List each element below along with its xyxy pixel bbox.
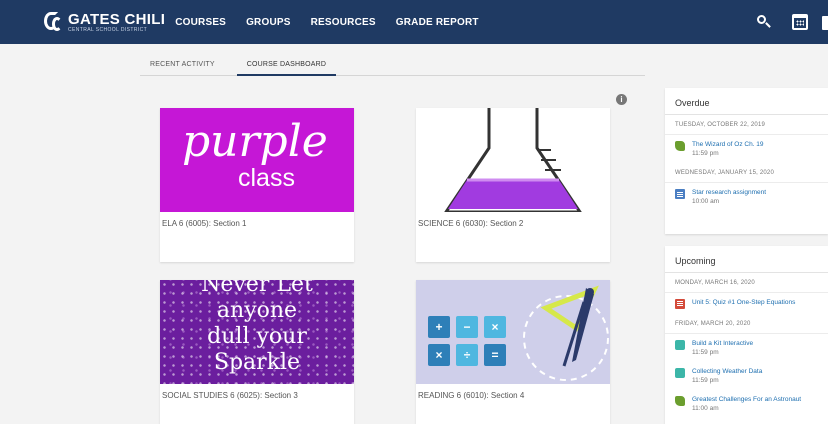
overdue-item[interactable]: Star research assignment 10:00 am xyxy=(665,183,828,211)
course-image-math: + − × × ÷ = xyxy=(416,280,610,384)
course-card-social-studies[interactable]: Never Let anyone dull your Sparkle SOCIA… xyxy=(160,280,354,424)
upcoming-item[interactable]: Build a Kit Interactive 11:59 pm xyxy=(665,334,828,362)
tab-recent-activity[interactable]: RECENT ACTIVITY xyxy=(140,54,225,76)
search-icon[interactable] xyxy=(756,14,772,30)
overdue-item[interactable]: The Wizard of Oz Ch. 19 11:59 pm xyxy=(665,135,828,163)
overdue-heading: Overdue xyxy=(665,88,828,115)
times-key-2: × xyxy=(428,344,450,366)
upcoming-item[interactable]: Collecting Weather Data 11:59 pm xyxy=(665,362,828,390)
calendar-icon[interactable] xyxy=(792,14,808,30)
upcoming-date: MONDAY, MARCH 16, 2020 xyxy=(665,273,828,293)
class-word: class xyxy=(238,164,295,192)
pencil-icon xyxy=(675,396,685,406)
course-card-reading[interactable]: + − × × ÷ = READING 6 (6010): Section 4 xyxy=(416,280,610,424)
sparkle-line-4: Sparkle xyxy=(213,350,301,375)
pencil-icon xyxy=(675,141,685,151)
logo-subtitle: CENTRAL SCHOOL DISTRICT xyxy=(68,26,148,33)
nav-groups[interactable]: GROUPS xyxy=(246,17,291,28)
top-navigation-bar: GATES CHILI CENTRAL SCHOOL DISTRICT COUR… xyxy=(0,0,828,44)
info-icon[interactable]: i xyxy=(616,94,627,105)
nav-resources[interactable]: RESOURCES xyxy=(311,17,376,28)
course-image-flask xyxy=(416,108,610,212)
puzzle-icon xyxy=(675,368,685,378)
course-title[interactable]: SOCIAL STUDIES 6 (6025): Section 3 xyxy=(160,384,354,400)
times-key: × xyxy=(484,316,506,338)
nav-courses[interactable]: COURSES xyxy=(175,17,226,28)
sparkle-line-3: dull your xyxy=(207,324,307,349)
upcoming-item[interactable]: Unit 5: Quiz #1 One-Step Equations xyxy=(665,293,828,314)
overdue-panel: Overdue TUESDAY, OCTOBER 22, 2019 The Wi… xyxy=(665,88,828,234)
upcoming-panel: Upcoming MONDAY, MARCH 16, 2020 Unit 5: … xyxy=(665,246,828,424)
divide-key: ÷ xyxy=(456,344,478,366)
purple-word: purple xyxy=(182,116,328,167)
flask-icon xyxy=(444,108,582,212)
tab-course-dashboard[interactable]: COURSE DASHBOARD xyxy=(236,54,337,76)
sparkle-line-2: anyone xyxy=(216,298,298,323)
course-title[interactable]: READING 6 (6010): Section 4 xyxy=(416,384,610,400)
sparkle-line-1: Never Let xyxy=(201,280,313,297)
gates-chili-logo[interactable]: GATES CHILI CENTRAL SCHOOL DISTRICT xyxy=(44,11,165,33)
upcoming-item[interactable]: Greatest Challenges For an Astronaut 11:0… xyxy=(665,390,828,418)
minus-key: − xyxy=(456,316,478,338)
course-title[interactable]: ELA 6 (6005): Section 1 xyxy=(160,212,354,228)
upcoming-heading: Upcoming xyxy=(665,246,828,273)
course-card-ela[interactable]: purple class ELA 6 (6005): Section 1 xyxy=(160,108,354,262)
plus-key: + xyxy=(428,316,450,338)
equals-key: = xyxy=(484,344,506,366)
quiz-icon xyxy=(675,299,685,309)
upcoming-date: FRIDAY, MARCH 20, 2020 xyxy=(665,314,828,334)
main-nav: COURSES GROUPS RESOURCES GRADE REPORT xyxy=(175,17,499,28)
course-image-purple-class: purple class xyxy=(160,108,354,212)
overdue-date: WEDNESDAY, JANUARY 15, 2020 xyxy=(665,163,828,183)
logo-title: GATES CHILI xyxy=(68,10,166,28)
course-image-sparkle: Never Let anyone dull your Sparkle xyxy=(160,280,354,384)
nav-grade-report[interactable]: GRADE REPORT xyxy=(396,17,479,28)
dashboard-tabs: RECENT ACTIVITY COURSE DASHBOARD xyxy=(140,54,645,76)
document-icon xyxy=(675,189,685,199)
course-title[interactable]: SCIENCE 6 (6030): Section 2 xyxy=(416,212,610,228)
gc-logo-icon xyxy=(44,11,64,33)
partial-toolbar-icon[interactable] xyxy=(822,16,828,30)
puzzle-icon xyxy=(675,340,685,350)
course-card-science[interactable]: SCIENCE 6 (6030): Section 2 xyxy=(416,108,610,262)
overdue-date: TUESDAY, OCTOBER 22, 2019 xyxy=(665,115,828,135)
